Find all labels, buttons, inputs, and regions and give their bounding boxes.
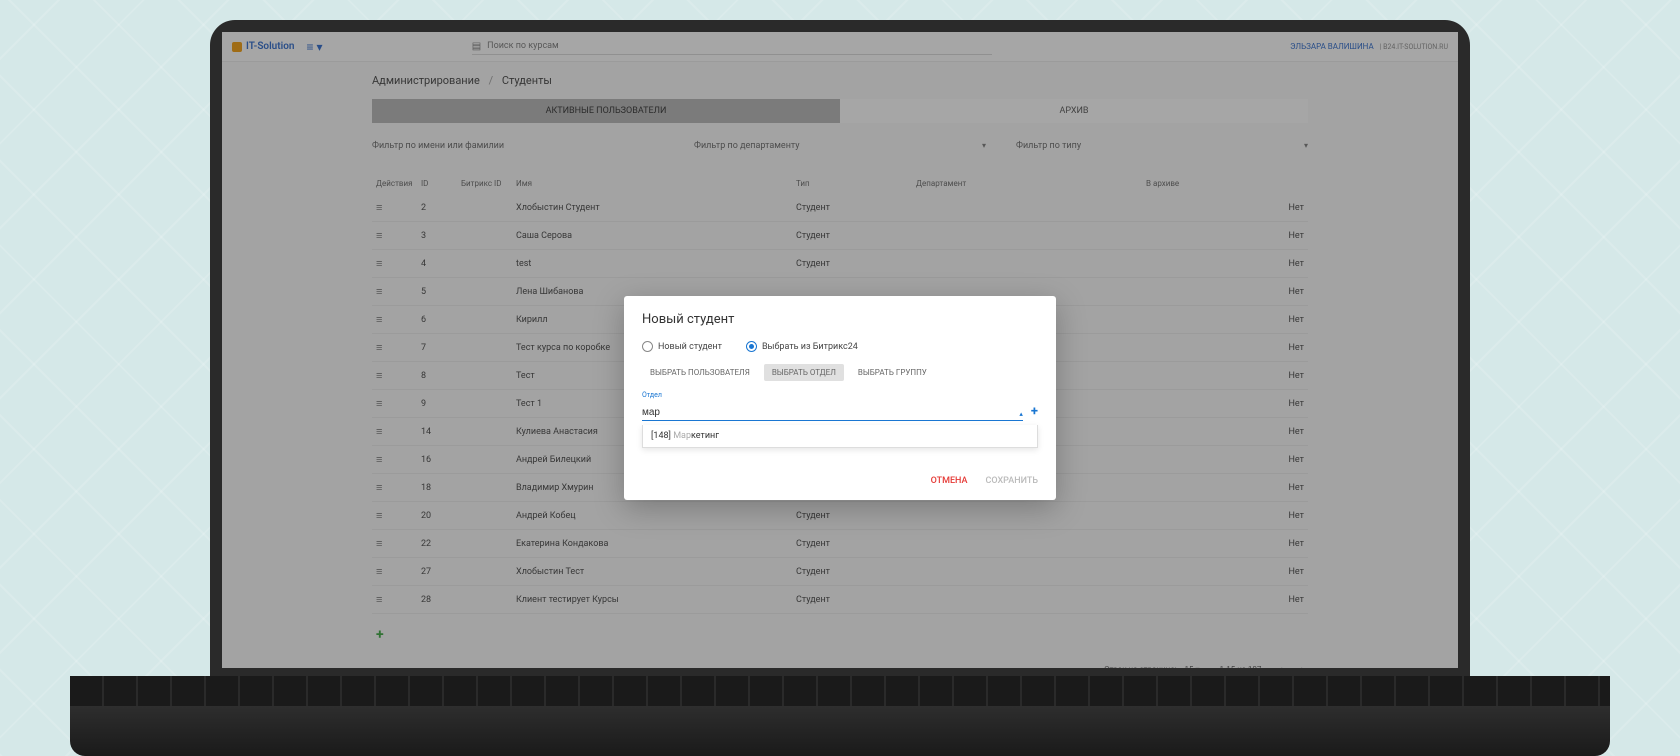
laptop-base — [70, 676, 1610, 756]
dept-autocomplete-dropdown: [148] Маркетинг — [642, 425, 1038, 448]
laptop-mockup: IT-Solution ≡ ▾ ▤ Поиск по курсам ЭЛЬЗАР… — [190, 0, 1490, 756]
dept-option-marketing[interactable]: [148] Маркетинг — [651, 431, 1029, 441]
modal-select-tabs: ВЫБРАТЬ ПОЛЬЗОВАТЕЛЯ ВЫБРАТЬ ОТДЕЛ ВЫБРА… — [642, 364, 1038, 381]
modal-actions: ОТМЕНА СОХРАНИТЬ — [642, 476, 1038, 486]
student-source-radio-group: Новый студент Выбрать из Битрикс24 — [642, 341, 1038, 352]
radio-new-student[interactable]: Новый студент — [642, 341, 722, 352]
radio-bitrix-label: Выбрать из Битрикс24 — [762, 342, 858, 352]
modal-tab-user[interactable]: ВЫБРАТЬ ПОЛЬЗОВАТЕЛЯ — [642, 364, 758, 381]
dropdown-arrow-icon[interactable]: ▴ — [1019, 410, 1023, 418]
radio-icon — [642, 341, 653, 352]
add-dept-button[interactable]: + — [1031, 404, 1038, 421]
modal-tab-dept[interactable]: ВЫБРАТЬ ОТДЕЛ — [764, 364, 844, 381]
new-student-modal: Новый студент Новый студент Выбрать из Б… — [624, 296, 1056, 500]
dept-autocomplete-input[interactable] — [642, 406, 1023, 421]
option-rest: кетинг — [691, 431, 719, 441]
cancel-button[interactable]: ОТМЕНА — [931, 476, 968, 486]
modal-tab-group[interactable]: ВЫБРАТЬ ГРУППУ — [850, 364, 935, 381]
option-match: Мар — [673, 431, 691, 441]
laptop-bezel: IT-Solution ≡ ▾ ▤ Поиск по курсам ЭЛЬЗАР… — [210, 20, 1470, 680]
radio-from-bitrix[interactable]: Выбрать из Битрикс24 — [746, 341, 858, 352]
radio-icon — [746, 341, 757, 352]
dept-field-label: Отдел — [642, 391, 1023, 399]
radio-new-label: Новый студент — [658, 342, 722, 352]
modal-title: Новый студент — [642, 312, 1038, 327]
dept-field: Отдел ▴ — [642, 391, 1023, 421]
app-screen: IT-Solution ≡ ▾ ▤ Поиск по курсам ЭЛЬЗАР… — [222, 32, 1458, 668]
option-id: [148] — [651, 431, 673, 441]
save-button[interactable]: СОХРАНИТЬ — [986, 476, 1039, 486]
dept-field-row: Отдел ▴ + — [642, 391, 1038, 421]
